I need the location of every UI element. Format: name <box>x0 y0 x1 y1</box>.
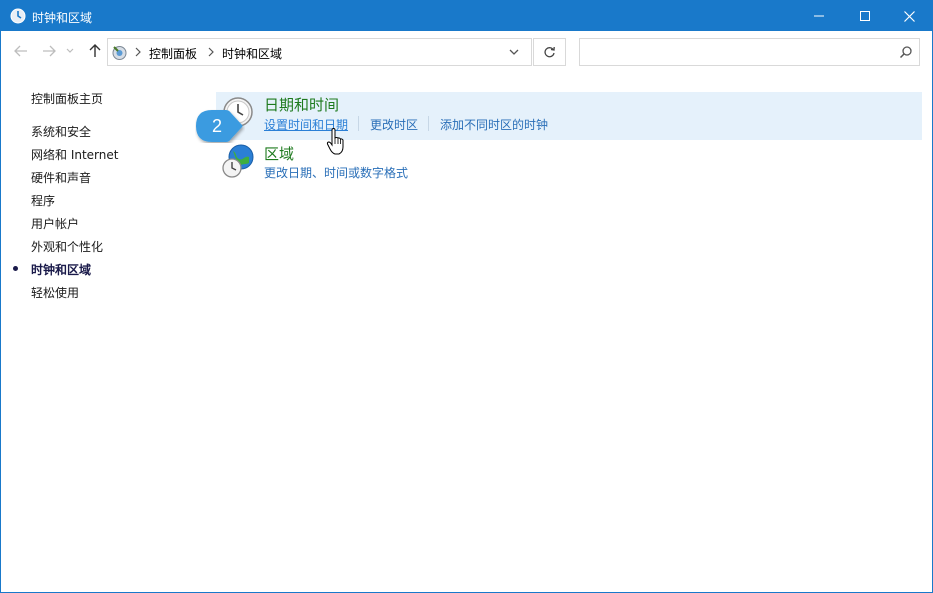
breadcrumb-clock-region[interactable]: 时钟和区域 <box>222 45 282 62</box>
nav-user-accounts[interactable]: 用户帐户 <box>31 215 79 232</box>
nav-network-internet[interactable]: 网络和 Internet <box>31 146 118 163</box>
address-dropdown-button[interactable] <box>506 46 522 58</box>
task-divider <box>428 116 429 131</box>
nav-system-security[interactable]: 系统和安全 <box>31 123 91 140</box>
left-navigation-pane: 控制面板主页 系统和安全 网络和 Internet 硬件和声音 程序 用户帐户 … <box>1 73 211 593</box>
control-panel-icon <box>112 46 127 60</box>
address-bar[interactable]: 控制面板 时钟和区域 <box>107 38 532 66</box>
forward-button[interactable] <box>40 42 58 60</box>
refresh-button[interactable] <box>533 38 566 66</box>
nav-control-panel-home[interactable]: 控制面板主页 <box>31 90 103 107</box>
title-bar[interactable]: 时钟和区域 <box>1 1 932 31</box>
arrow-right-icon <box>43 45 56 57</box>
window-title: 时钟和区域 <box>32 11 93 25</box>
refresh-icon <box>544 46 555 57</box>
breadcrumb-separator-icon <box>135 47 141 57</box>
minimize-button[interactable] <box>796 1 842 31</box>
search-icon[interactable] <box>899 45 913 59</box>
step-number: 2 <box>211 115 222 136</box>
control-panel-window: 时钟和区域 控制面板 时钟和区域 控制面板主页 系统和安全 网络和 Intern… <box>0 0 933 593</box>
arrow-left-icon <box>14 45 27 57</box>
chevron-down-icon <box>66 48 74 53</box>
breadcrumb-control-panel[interactable]: 控制面板 <box>149 45 197 62</box>
active-bullet-icon <box>13 266 18 271</box>
minimize-icon <box>814 15 824 17</box>
nav-hardware-sound[interactable]: 硬件和声音 <box>31 169 91 186</box>
chevron-down-icon <box>509 49 519 55</box>
task-change-timezone[interactable]: 更改时区 <box>370 116 418 133</box>
task-change-formats[interactable]: 更改日期、时间或数字格式 <box>264 164 408 181</box>
step-badge: 2 <box>195 109 245 143</box>
nav-clock-region: 时钟和区域 <box>31 263 92 277</box>
nav-appearance[interactable]: 外观和个性化 <box>31 238 103 255</box>
nav-ease-of-access[interactable]: 轻松使用 <box>31 284 79 301</box>
category-title-date-time[interactable]: 日期和时间 <box>264 94 339 115</box>
category-title-region[interactable]: 区域 <box>264 143 294 164</box>
category-date-time[interactable]: 日期和时间 设置时间和日期 更改时区 添加不同时区的时钟 <box>216 92 922 140</box>
maximize-button[interactable] <box>842 1 888 31</box>
nav-programs[interactable]: 程序 <box>31 192 55 209</box>
task-add-clocks[interactable]: 添加不同时区的时钟 <box>440 116 548 133</box>
category-region[interactable]: 区域 更改日期、时间或数字格式 <box>216 142 922 182</box>
hand-cursor-icon <box>326 128 344 155</box>
task-divider <box>358 116 359 131</box>
navigation-bar: 控制面板 时钟和区域 <box>1 31 932 73</box>
maximize-icon <box>860 11 870 21</box>
arrow-up-icon <box>89 44 101 57</box>
breadcrumb-separator-icon <box>208 47 214 57</box>
back-button[interactable] <box>12 42 30 60</box>
search-input[interactable] <box>584 42 884 62</box>
globe-clock-icon <box>222 144 254 178</box>
search-box[interactable] <box>579 38 920 66</box>
close-button[interactable] <box>886 1 932 31</box>
close-icon <box>903 10 915 22</box>
up-button[interactable] <box>86 42 104 60</box>
clock-region-app-icon <box>10 8 26 24</box>
recent-locations-button[interactable] <box>64 42 76 60</box>
